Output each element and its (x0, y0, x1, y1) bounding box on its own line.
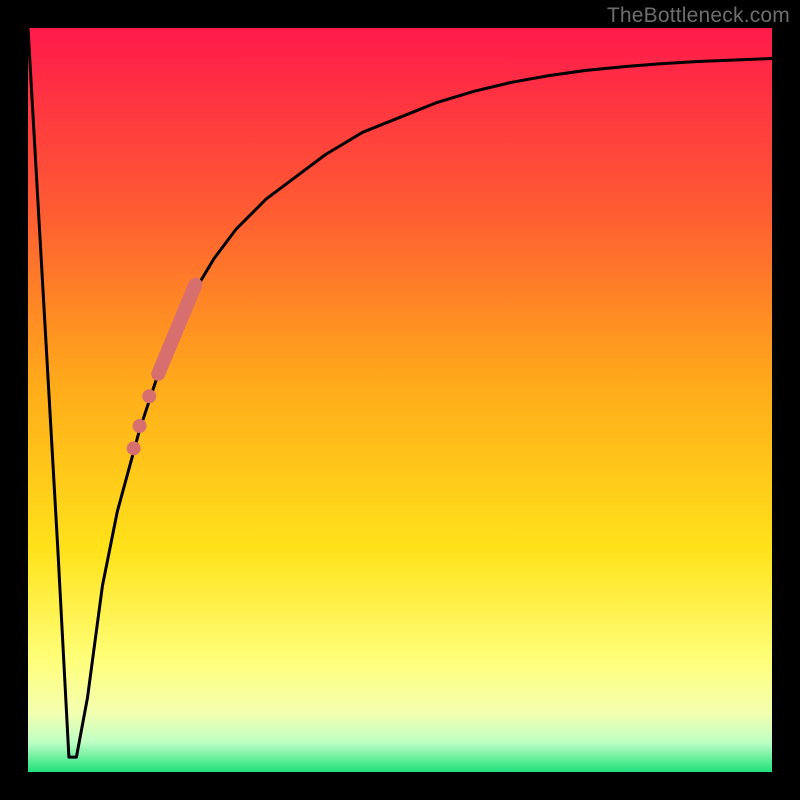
bottleneck-chart (0, 0, 800, 800)
dot-1 (142, 389, 156, 403)
plot-background (28, 28, 772, 772)
dot-2 (133, 419, 147, 433)
dot-3 (127, 441, 141, 455)
watermark-text: TheBottleneck.com (607, 4, 790, 28)
chart-frame: TheBottleneck.com (0, 0, 800, 800)
